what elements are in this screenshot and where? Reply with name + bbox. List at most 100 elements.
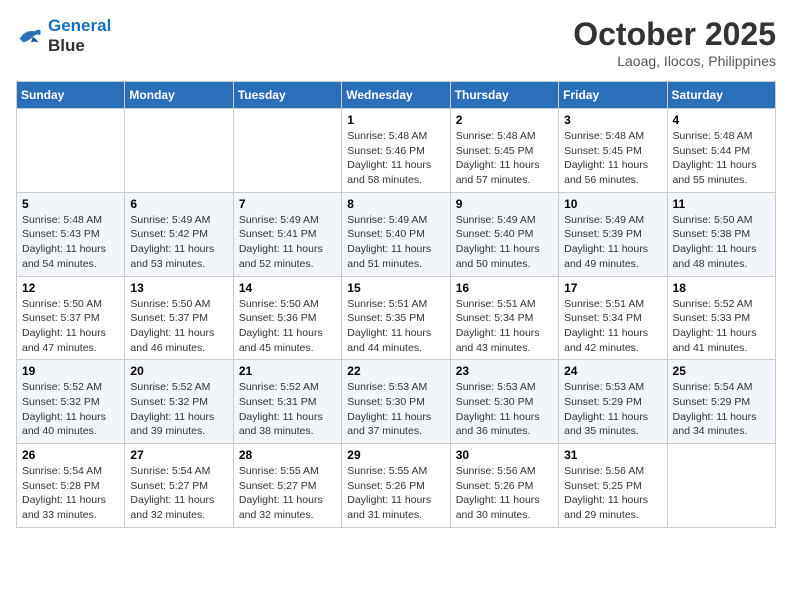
day-number: 25 [673,364,770,378]
calendar-cell: 16Sunrise: 5:51 AMSunset: 5:34 PMDayligh… [450,276,558,360]
calendar-cell: 30 Sunrise: 5:56 AMSunset: 5:26 PMDayligh… [450,444,558,528]
day-number: 27 [130,448,227,462]
month-title: October 2025 [573,16,776,53]
calendar-week-5: 26 Sunrise: 5:54 AMSunset: 5:28 PMDayligh… [17,444,776,528]
calendar-cell [667,444,775,528]
logo-blue: Blue [48,36,111,56]
calendar-cell: 6 Sunrise: 5:49 AMSunset: 5:42 PMDaylight… [125,192,233,276]
location: Laoag, Ilocos, Philippines [573,53,776,69]
logo-icon [16,22,44,50]
weekday-header-thursday: Thursday [450,82,558,109]
day-info: Sunrise: 5:49 AMSunset: 5:42 PMDaylight:… [130,213,227,272]
day-number: 28 [239,448,336,462]
calendar-cell: 14Sunrise: 5:50 AMSunset: 5:36 PMDayligh… [233,276,341,360]
day-info: Sunrise: 5:48 AMSunset: 5:44 PMDaylight:… [673,129,770,188]
day-info: Sunrise: 5:51 AMSunset: 5:34 PMDaylight:… [564,297,661,356]
day-info: Sunrise: 5:55 AMSunset: 5:26 PMDaylight:… [347,464,444,523]
calendar-cell: 24 Sunrise: 5:53 AMSunset: 5:29 PMDayligh… [559,360,667,444]
calendar-cell: 10 Sunrise: 5:49 AMSunset: 5:39 PMDayligh… [559,192,667,276]
day-number: 15 [347,281,444,295]
day-info: Sunrise: 5:56 AMSunset: 5:26 PMDaylight:… [456,464,553,523]
calendar-cell: 4 Sunrise: 5:48 AMSunset: 5:44 PMDaylight… [667,109,775,193]
day-info: Sunrise: 5:50 AMSunset: 5:38 PMDaylight:… [673,213,770,272]
weekday-header-saturday: Saturday [667,82,775,109]
day-number: 8 [347,197,444,211]
day-info: Sunrise: 5:55 AMSunset: 5:27 PMDaylight:… [239,464,336,523]
day-number: 7 [239,197,336,211]
weekday-header-row: SundayMondayTuesdayWednesdayThursdayFrid… [17,82,776,109]
calendar-week-3: 12 Sunrise: 5:50 AMSunset: 5:37 PMDayligh… [17,276,776,360]
calendar-cell: 5 Sunrise: 5:48 AMSunset: 5:43 PMDaylight… [17,192,125,276]
day-number: 11 [673,197,770,211]
day-number: 12 [22,281,119,295]
calendar-cell [17,109,125,193]
day-number: 9 [456,197,553,211]
calendar-cell: 17 Sunrise: 5:51 AMSunset: 5:34 PMDayligh… [559,276,667,360]
calendar-cell: 1Sunrise: 5:48 AMSunset: 5:46 PMDaylight… [342,109,450,193]
day-number: 10 [564,197,661,211]
calendar-cell: 25 Sunrise: 5:54 AMSunset: 5:29 PMDayligh… [667,360,775,444]
day-number: 16 [456,281,553,295]
calendar-cell: 3 Sunrise: 5:48 AMSunset: 5:45 PMDaylight… [559,109,667,193]
day-number: 24 [564,364,661,378]
day-info: Sunrise: 5:48 AMSunset: 5:45 PMDaylight:… [564,129,661,188]
day-info: Sunrise: 5:54 AMSunset: 5:27 PMDaylight:… [130,464,227,523]
day-number: 3 [564,113,661,127]
calendar-cell: 7 Sunrise: 5:49 AMSunset: 5:41 PMDaylight… [233,192,341,276]
day-number: 31 [564,448,661,462]
day-number: 23 [456,364,553,378]
day-info: Sunrise: 5:50 AMSunset: 5:37 PMDaylight:… [22,297,119,356]
day-number: 30 [456,448,553,462]
day-info: Sunrise: 5:48 AMSunset: 5:45 PMDaylight:… [456,129,553,188]
day-info: Sunrise: 5:52 AMSunset: 5:32 PMDaylight:… [22,380,119,439]
day-info: Sunrise: 5:49 AMSunset: 5:41 PMDaylight:… [239,213,336,272]
day-info: Sunrise: 5:50 AMSunset: 5:37 PMDaylight:… [130,297,227,356]
calendar-week-1: 1Sunrise: 5:48 AMSunset: 5:46 PMDaylight… [17,109,776,193]
calendar-cell: 9 Sunrise: 5:49 AMSunset: 5:40 PMDaylight… [450,192,558,276]
day-number: 22 [347,364,444,378]
calendar-week-4: 19 Sunrise: 5:52 AMSunset: 5:32 PMDayligh… [17,360,776,444]
logo-text: General Blue [48,16,111,57]
day-number: 17 [564,281,661,295]
logo-general: General [48,16,111,35]
calendar-cell [233,109,341,193]
weekday-header-monday: Monday [125,82,233,109]
weekday-header-tuesday: Tuesday [233,82,341,109]
calendar-cell [125,109,233,193]
day-number: 26 [22,448,119,462]
day-number: 18 [673,281,770,295]
day-number: 19 [22,364,119,378]
day-number: 5 [22,197,119,211]
calendar-table: SundayMondayTuesdayWednesdayThursdayFrid… [16,81,776,528]
day-info: Sunrise: 5:52 AMSunset: 5:33 PMDaylight:… [673,297,770,356]
calendar-cell: 20Sunrise: 5:52 AMSunset: 5:32 PMDayligh… [125,360,233,444]
day-info: Sunrise: 5:49 AMSunset: 5:39 PMDaylight:… [564,213,661,272]
calendar-cell: 15 Sunrise: 5:51 AMSunset: 5:35 PMDayligh… [342,276,450,360]
day-number: 2 [456,113,553,127]
calendar-cell: 11 Sunrise: 5:50 AMSunset: 5:38 PMDayligh… [667,192,775,276]
day-info: Sunrise: 5:52 AMSunset: 5:31 PMDaylight:… [239,380,336,439]
day-info: Sunrise: 5:56 AMSunset: 5:25 PMDaylight:… [564,464,661,523]
day-info: Sunrise: 5:53 AMSunset: 5:29 PMDaylight:… [564,380,661,439]
calendar-cell: 19 Sunrise: 5:52 AMSunset: 5:32 PMDayligh… [17,360,125,444]
day-number: 4 [673,113,770,127]
page-header: General Blue October 2025 Laoag, Ilocos,… [16,16,776,69]
day-info: Sunrise: 5:53 AMSunset: 5:30 PMDaylight:… [347,380,444,439]
day-info: Sunrise: 5:54 AMSunset: 5:28 PMDaylight:… [22,464,119,523]
day-number: 1 [347,113,444,127]
day-number: 21 [239,364,336,378]
day-number: 6 [130,197,227,211]
day-info: Sunrise: 5:48 AMSunset: 5:43 PMDaylight:… [22,213,119,272]
day-number: 29 [347,448,444,462]
calendar-cell: 31 Sunrise: 5:56 AMSunset: 5:25 PMDayligh… [559,444,667,528]
calendar-cell: 21 Sunrise: 5:52 AMSunset: 5:31 PMDayligh… [233,360,341,444]
weekday-header-wednesday: Wednesday [342,82,450,109]
weekday-header-sunday: Sunday [17,82,125,109]
calendar-week-2: 5 Sunrise: 5:48 AMSunset: 5:43 PMDaylight… [17,192,776,276]
title-block: October 2025 Laoag, Ilocos, Philippines [573,16,776,69]
day-info: Sunrise: 5:54 AMSunset: 5:29 PMDaylight:… [673,380,770,439]
calendar-cell: 13Sunrise: 5:50 AMSunset: 5:37 PMDayligh… [125,276,233,360]
day-info: Sunrise: 5:51 AMSunset: 5:35 PMDaylight:… [347,297,444,356]
day-info: Sunrise: 5:49 AMSunset: 5:40 PMDaylight:… [456,213,553,272]
day-info: Sunrise: 5:50 AMSunset: 5:36 PMDaylight:… [239,297,336,356]
